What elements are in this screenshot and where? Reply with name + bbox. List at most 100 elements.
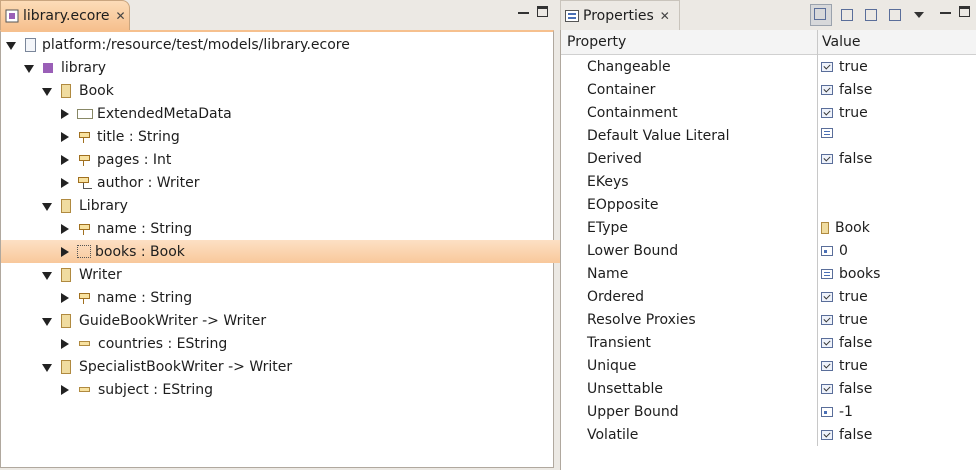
close-icon[interactable]: ✕ <box>115 9 125 23</box>
property-value[interactable]: books <box>821 266 880 282</box>
property-row[interactable]: Container false <box>561 79 976 102</box>
column-header-property[interactable]: Property <box>567 34 626 50</box>
collapsed-arrow-icon[interactable] <box>59 177 69 188</box>
property-value-text: false <box>839 427 873 443</box>
attribute-icon <box>77 129 93 145</box>
property-row[interactable]: Ordered true <box>561 286 976 309</box>
property-name: EType <box>587 220 629 236</box>
view-menu-button[interactable] <box>910 6 928 24</box>
expanded-arrow-icon[interactable] <box>41 362 52 372</box>
property-row[interactable]: EOpposite <box>561 194 976 217</box>
collapsed-arrow-icon[interactable] <box>59 384 69 395</box>
property-value[interactable]: -1 <box>821 404 853 420</box>
expanded-arrow-icon[interactable] <box>41 201 52 211</box>
property-value[interactable]: false <box>821 335 872 351</box>
maximize-button[interactable] <box>959 6 970 17</box>
collapsed-arrow-icon[interactable] <box>59 246 69 257</box>
tree-item[interactable]: name : String <box>1 286 611 309</box>
tree-item[interactable]: pages : Int <box>1 148 611 171</box>
expanded-arrow-icon[interactable] <box>41 270 52 280</box>
collapsed-arrow-icon[interactable] <box>59 154 69 165</box>
tree-item[interactable]: library <box>1 56 575 79</box>
property-value[interactable]: true <box>821 312 868 328</box>
tree-item-label: Book <box>79 82 114 99</box>
property-row[interactable]: Upper Bound -1 <box>561 401 976 424</box>
tree-item[interactable]: SpecialistBookWriter -> Writer <box>1 355 593 378</box>
property-value[interactable]: false <box>821 151 872 167</box>
expanded-arrow-icon[interactable] <box>41 316 52 326</box>
pin-button[interactable] <box>886 6 904 24</box>
minimize-button[interactable] <box>940 3 951 14</box>
restore-default-button[interactable] <box>862 6 880 24</box>
property-value[interactable]: true <box>821 105 868 121</box>
property-row[interactable]: Resolve Proxies true <box>561 309 976 332</box>
property-name: Lower Bound <box>587 243 679 259</box>
property-value[interactable]: Book <box>821 220 870 236</box>
collapsed-arrow-icon[interactable] <box>59 338 69 349</box>
property-row[interactable]: Volatile false <box>561 424 976 447</box>
tree-item-label: name : String <box>97 289 193 306</box>
minimize-button[interactable] <box>518 3 529 14</box>
attribute-icon <box>77 221 93 237</box>
property-value[interactable]: false <box>821 381 872 397</box>
bool-value-icon <box>821 108 833 118</box>
property-name: Volatile <box>587 427 639 443</box>
tree-item[interactable]: Book <box>1 79 593 102</box>
expanded-arrow-icon[interactable] <box>5 40 16 50</box>
property-name: Container <box>587 82 656 98</box>
expanded-arrow-icon[interactable] <box>41 86 52 96</box>
property-row[interactable]: Unsettable false <box>561 378 976 401</box>
property-value[interactable] <box>821 128 839 138</box>
tree-item[interactable]: books : Book <box>1 240 611 263</box>
tree-item[interactable]: Writer <box>1 263 593 286</box>
property-row[interactable]: EType Book <box>561 217 976 240</box>
tree-item[interactable]: Library <box>1 194 593 217</box>
collapsed-arrow-icon[interactable] <box>59 292 69 303</box>
property-row[interactable]: EKeys <box>561 171 976 194</box>
property-row[interactable]: Name books <box>561 263 976 286</box>
bool-value-icon <box>821 384 833 394</box>
property-name: Transient <box>587 335 651 351</box>
column-header-value[interactable]: Value <box>822 34 860 50</box>
tree-item[interactable]: ExtendedMetaData <box>1 102 611 125</box>
properties-tab[interactable]: Properties ✕ <box>560 0 680 30</box>
tree-item[interactable]: subject : EString <box>1 378 611 401</box>
show-categories-button[interactable] <box>810 4 832 26</box>
tree-item-label: platform:/resource/test/models/library.e… <box>42 36 350 53</box>
property-value[interactable]: 0 <box>821 243 848 259</box>
tree-item-label: name : String <box>97 220 193 237</box>
property-value-text: true <box>839 312 868 328</box>
property-value[interactable]: true <box>821 59 868 75</box>
property-row[interactable]: Unique true <box>561 355 976 378</box>
property-value-text: 0 <box>839 243 848 259</box>
class-icon <box>61 359 71 374</box>
show-advanced-button[interactable] <box>838 6 856 24</box>
tree-item[interactable]: platform:/resource/test/models/library.e… <box>1 33 557 56</box>
property-value[interactable]: true <box>821 358 868 374</box>
property-value-text: true <box>839 358 868 374</box>
property-row[interactable]: Containment true <box>561 102 976 125</box>
close-icon[interactable]: ✕ <box>660 9 670 23</box>
tree-item[interactable]: GuideBookWriter -> Writer <box>1 309 593 332</box>
property-row[interactable]: Changeable true <box>561 56 976 79</box>
maximize-button[interactable] <box>537 6 548 17</box>
editor-pane: library.ecore ✕ platform:/resource/test/… <box>0 0 611 470</box>
tree-item[interactable]: countries : EString <box>1 332 611 355</box>
properties-icon <box>565 9 579 22</box>
collapsed-arrow-icon[interactable] <box>59 108 69 119</box>
tree-item[interactable]: name : String <box>1 217 611 240</box>
property-row[interactable]: Lower Bound 0 <box>561 240 976 263</box>
properties-pane: Properties ✕ Property Value Changeable tr… <box>560 0 976 470</box>
property-value[interactable]: true <box>821 289 868 305</box>
property-row[interactable]: Default Value Literal <box>561 125 976 148</box>
property-row[interactable]: Transient false <box>561 332 976 355</box>
collapsed-arrow-icon[interactable] <box>59 131 69 142</box>
collapsed-arrow-icon[interactable] <box>59 223 69 234</box>
tree-item[interactable]: author : Writer <box>1 171 611 194</box>
editor-tab[interactable]: library.ecore ✕ <box>0 0 130 30</box>
property-value[interactable]: false <box>821 82 872 98</box>
expanded-arrow-icon[interactable] <box>23 63 34 73</box>
property-value[interactable]: false <box>821 427 872 443</box>
tree-item[interactable]: title : String <box>1 125 611 148</box>
property-row[interactable]: Derived false <box>561 148 976 171</box>
